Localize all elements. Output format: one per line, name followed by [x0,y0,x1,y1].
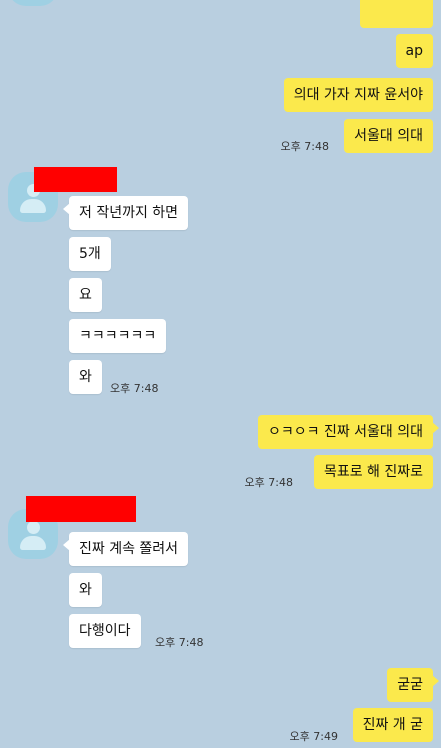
redacted-sender-name [34,167,117,192]
redacted-sender-name [26,496,136,522]
chat-bubble-theirs[interactable]: ㅋㅋㅋㅋㅋㅋ [69,319,167,353]
message-timestamp: 오후 7:48 [155,636,204,649]
chat-bubble-theirs[interactable]: 저 작년까지 하면 [62,196,189,230]
chat-bubble-mine[interactable]: 진짜 개 굳 [352,708,433,742]
chat-bubble-mine[interactable]: ap [395,34,433,68]
chat-bubble-mine[interactable]: 의대 가자 지짜 윤서야 [283,78,433,112]
chat-bubble-theirs[interactable]: 다행이다 [69,614,141,648]
chat-bubble-theirs[interactable]: 요 [69,278,102,312]
avatar-head-icon [27,521,40,534]
avatar-body-icon [20,199,46,213]
chat-bubble-theirs[interactable]: 와 [69,360,102,394]
avatar-body-icon [20,536,46,550]
chat-bubble-mine[interactable]: 목표로 해 진짜로 [313,455,433,489]
chat-bubble-theirs[interactable]: 와 [69,573,102,607]
chat-bubble-theirs[interactable]: 5개 [69,237,111,271]
message-timestamp: 오후 7:49 [289,730,338,743]
avatar-cropped-top [8,0,58,6]
message-timestamp: 오후 7:48 [110,382,159,395]
message-timestamp: 오후 7:48 [280,140,329,153]
message-timestamp: 오후 7:48 [244,476,293,489]
chat-bubble-mine[interactable]: 서울대 의대 [344,119,433,153]
chat-bubble-mine[interactable]: 굳굳 [387,668,439,702]
chat-bubble-mine[interactable]: ㅇㅋㅇㅋ 진짜 서울대 의대 [257,415,440,449]
chat-bubble-cropped[interactable] [360,0,433,28]
chat-bubble-theirs[interactable]: 진짜 계속 쫄려서 [62,532,189,566]
